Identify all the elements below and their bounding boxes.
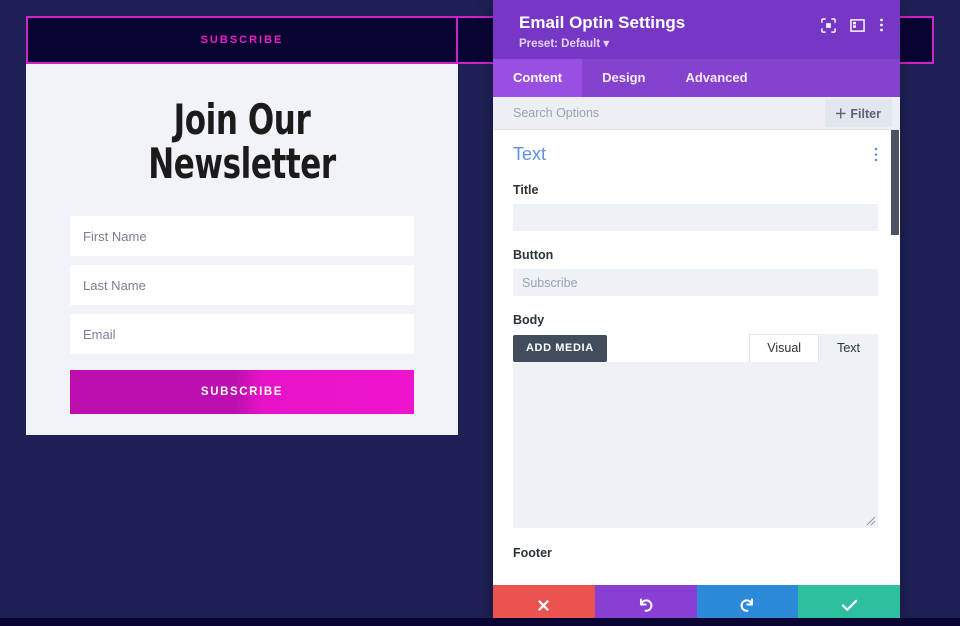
- settings-tab-bar: Content Design Advanced: [493, 59, 900, 98]
- settings-options-list: Text Title Button Subscribe Body ADD MED…: [493, 130, 900, 560]
- label-body: Body: [513, 313, 545, 328]
- optin-subscribe-button-label: SUBSCRIBE: [200, 386, 284, 399]
- body-editor-mode-tabs: Visual Text: [749, 334, 878, 363]
- optin-field-email[interactable]: Email: [70, 314, 414, 355]
- add-media-button[interactable]: ADD MEDIA: [513, 335, 607, 363]
- preset-selector[interactable]: Preset: Default ▾: [519, 36, 685, 50]
- options-scrollbar-track[interactable]: [890, 130, 900, 585]
- tab-advanced[interactable]: Advanced: [665, 59, 767, 97]
- tab-advanced-label: Advanced: [685, 70, 748, 86]
- label-footer: Footer: [513, 546, 552, 561]
- section-header-text: Text: [513, 144, 878, 165]
- close-icon: [538, 600, 550, 611]
- tab-design[interactable]: Design: [582, 59, 665, 97]
- settings-modal: Email Optin Settings Preset: Default ▾ C…: [493, 0, 900, 626]
- tab-design-label: Design: [602, 70, 646, 86]
- more-options-icon[interactable]: [879, 17, 884, 33]
- search-options-row: Search Options ＋ Filter: [493, 97, 900, 131]
- title-input[interactable]: [513, 204, 878, 232]
- email-optin-preview: SUBSCRIBE Join Our Newsletter First Name…: [26, 16, 458, 435]
- button-text-input-placeholder: Subscribe: [522, 275, 578, 290]
- optin-header-bar: SUBSCRIBE: [26, 16, 458, 64]
- optin-field-first-name[interactable]: First Name: [70, 216, 414, 257]
- optin-field-first-name-placeholder: First Name: [83, 228, 147, 244]
- tab-content[interactable]: Content: [493, 59, 583, 98]
- editor-tab-visual[interactable]: Visual: [749, 334, 820, 363]
- focus-module-icon[interactable]: [821, 17, 836, 33]
- screen: SUBSCRIBE Join Our Newsletter First Name…: [0, 0, 960, 626]
- button-text-input[interactable]: Subscribe: [513, 269, 878, 297]
- label-button: Button: [513, 248, 554, 263]
- editor-tab-text[interactable]: Text: [819, 334, 878, 363]
- search-input[interactable]: Search Options: [513, 106, 599, 120]
- settings-modal-header-actions: [821, 12, 884, 33]
- optin-header-label: SUBSCRIBE: [200, 34, 284, 46]
- page-bottom-strip: [0, 618, 960, 626]
- options-scrollbar-thumb[interactable]: [891, 130, 899, 236]
- body-editor-toolbar: ADD MEDIA Visual Text: [513, 334, 878, 363]
- filter-button[interactable]: ＋ Filter: [825, 99, 892, 128]
- section-options-icon[interactable]: [874, 147, 878, 162]
- optin-subscribe-button[interactable]: SUBSCRIBE: [70, 370, 414, 415]
- undo-icon: [640, 598, 653, 612]
- body-textarea[interactable]: [513, 362, 878, 529]
- settings-modal-header: Email Optin Settings Preset: Default ▾: [493, 0, 900, 60]
- optin-field-email-placeholder: Email: [83, 326, 116, 342]
- textarea-resize-handle[interactable]: [866, 516, 876, 526]
- settings-modal-titles: Email Optin Settings Preset: Default ▾: [519, 12, 685, 50]
- optin-body: Join Our Newsletter First Name Last Name…: [26, 64, 458, 435]
- label-title: Title: [513, 183, 539, 198]
- tab-content-label: Content: [513, 70, 563, 86]
- layout-panel-icon[interactable]: [850, 18, 865, 33]
- optin-title: Join Our Newsletter: [148, 95, 336, 189]
- checkmark-icon: [841, 599, 857, 611]
- optin-field-last-name-placeholder: Last Name: [83, 277, 146, 293]
- section-title-text[interactable]: Text: [513, 144, 546, 165]
- settings-modal-title: Email Optin Settings: [519, 13, 686, 32]
- redo-icon: [740, 598, 753, 612]
- optin-field-last-name[interactable]: Last Name: [70, 265, 414, 306]
- settings-options-scroll-area: Text Title Button Subscribe Body ADD MED…: [493, 130, 900, 585]
